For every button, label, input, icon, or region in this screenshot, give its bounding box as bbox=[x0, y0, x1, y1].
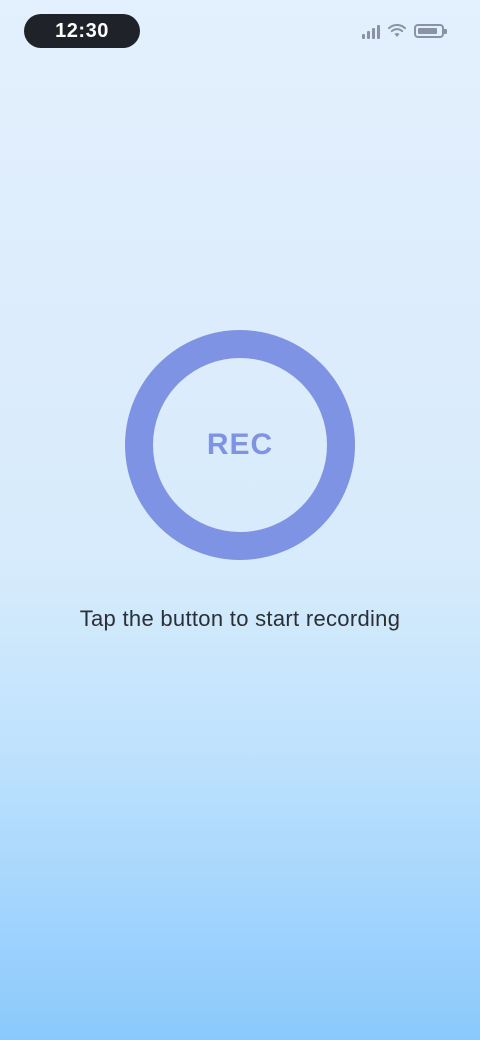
wifi-icon bbox=[388, 24, 406, 37]
status-time: 12:30 bbox=[24, 14, 140, 48]
status-icons bbox=[362, 20, 447, 42]
battery-fill bbox=[418, 28, 437, 34]
signal-icon bbox=[362, 23, 380, 39]
status-bar: 12:30 bbox=[0, 0, 480, 64]
record-button-label: REC bbox=[206, 428, 274, 461]
instruction-caption: Tap the button to start recording bbox=[79, 606, 401, 631]
record-button[interactable]: REC bbox=[125, 330, 355, 560]
battery-icon bbox=[414, 24, 447, 38]
